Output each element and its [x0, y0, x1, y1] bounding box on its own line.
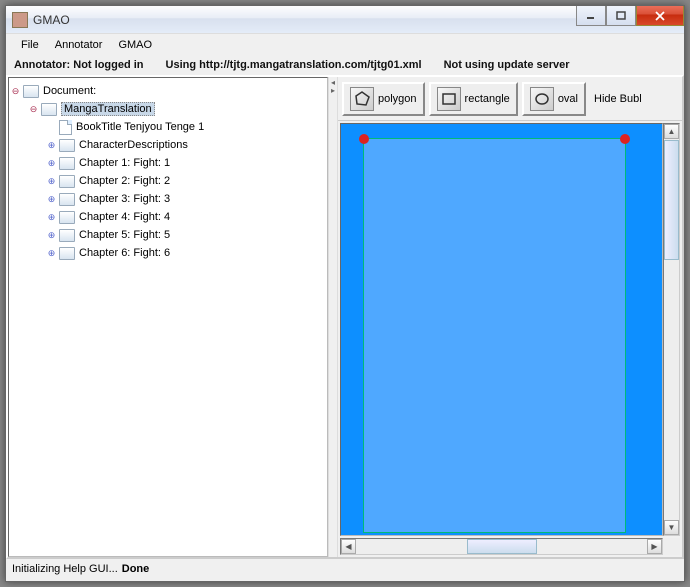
titlebar[interactable]: GMAO [6, 6, 684, 34]
tree-row[interactable]: ⊕ Chapter 5: Fight: 5 [11, 226, 325, 244]
tree-label: Chapter 3: Fight: 3 [79, 193, 170, 205]
folder-icon [59, 157, 75, 170]
scroll-right-icon[interactable]: ▶ [647, 539, 662, 554]
file-icon [59, 120, 72, 135]
scroll-left-icon[interactable]: ◀ [341, 539, 356, 554]
tree-row[interactable]: ⊕ Chapter 6: Fight: 6 [11, 244, 325, 262]
folder-icon [59, 193, 75, 206]
tree-label: MangaTranslation [61, 102, 155, 116]
login-status: Annotator: Not logged in [14, 59, 144, 71]
folder-icon [59, 139, 75, 152]
app-icon [12, 12, 28, 28]
menu-annotator[interactable]: Annotator [48, 37, 110, 53]
polygon-button[interactable]: polygon [342, 82, 425, 116]
selection-handle-ne[interactable] [620, 134, 630, 144]
expand-icon[interactable]: ⊕ [47, 159, 56, 168]
scroll-up-icon[interactable]: ▲ [664, 124, 679, 139]
tree-label: Document: [43, 85, 96, 97]
tree-label: Chapter 2: Fight: 2 [79, 175, 170, 187]
folder-icon [23, 85, 39, 98]
right-panel: polygon rectangle oval Hide Bubl [338, 77, 682, 557]
tree-row[interactable]: ⊕ Chapter 4: Fight: 4 [11, 208, 325, 226]
expand-icon[interactable]: ⊕ [47, 141, 56, 150]
splitter[interactable]: ◂ ▸ [328, 77, 338, 557]
rectangle-icon [437, 87, 461, 111]
tree-row[interactable]: ⊕ CharacterDescriptions [11, 136, 325, 154]
menu-gmao[interactable]: GMAO [111, 37, 159, 53]
hide-bubbles-button[interactable]: Hide Bubl [590, 89, 646, 109]
oval-button[interactable]: oval [522, 82, 586, 116]
footer-text: Initializing Help GUI... [12, 563, 118, 575]
folder-icon [59, 229, 75, 242]
main-split: ⊖ Document: ⊖ MangaTranslation BookTitle Ten… [6, 75, 684, 559]
collapse-icon[interactable]: ⊖ [11, 87, 20, 96]
footer-status: Initializing Help GUI... Done [6, 559, 684, 579]
tree-row[interactable]: BookTitle Tenjyou Tenge 1 [11, 118, 325, 136]
info-bar: Annotator: Not logged in Using http://tj… [6, 55, 684, 75]
expand-icon[interactable]: ⊕ [47, 249, 56, 258]
update-status: Not using update server [444, 59, 570, 71]
expand-icon[interactable]: ⊕ [47, 177, 56, 186]
tree-label: Chapter 6: Fight: 6 [79, 247, 170, 259]
folder-icon [59, 211, 75, 224]
collapse-icon[interactable]: ⊖ [29, 105, 38, 114]
canvas[interactable] [340, 123, 663, 536]
tree-panel[interactable]: ⊖ Document: ⊖ MangaTranslation BookTitle Ten… [8, 77, 328, 557]
shape-toolbar: polygon rectangle oval Hide Bubl [338, 77, 682, 121]
tree-label: Chapter 5: Fight: 5 [79, 229, 170, 241]
rectangle-button[interactable]: rectangle [429, 82, 518, 116]
rectangle-label: rectangle [465, 93, 510, 105]
hscroll-thumb[interactable] [467, 539, 537, 554]
scroll-corner [663, 538, 680, 555]
maximize-button[interactable] [606, 6, 636, 26]
hide-label: Hide Bubl [594, 93, 642, 105]
folder-icon [41, 103, 57, 116]
tree-label: Chapter 1: Fight: 1 [79, 157, 170, 169]
vscroll-thumb[interactable] [664, 140, 679, 260]
tree-label: CharacterDescriptions [79, 139, 188, 151]
menu-file[interactable]: File [14, 37, 46, 53]
vertical-scrollbar[interactable]: ▲ ▼ [663, 123, 680, 536]
tree-row[interactable]: ⊕ Chapter 1: Fight: 1 [11, 154, 325, 172]
folder-icon [59, 175, 75, 188]
expand-icon[interactable]: ⊕ [47, 231, 56, 240]
tree-label: BookTitle Tenjyou Tenge 1 [76, 121, 204, 133]
tree-row[interactable]: ⊖ Document: [11, 82, 325, 100]
menubar: File Annotator GMAO [6, 34, 684, 55]
polygon-icon [350, 87, 374, 111]
scroll-down-icon[interactable]: ▼ [664, 520, 679, 535]
tree-label: Chapter 4: Fight: 4 [79, 211, 170, 223]
expand-icon[interactable]: ⊕ [47, 213, 56, 222]
app-window: GMAO File Annotator GMAO Annotator: Not … [5, 5, 685, 582]
expand-icon[interactable]: ⊕ [47, 195, 56, 204]
selection-rect[interactable] [363, 138, 626, 533]
oval-icon [530, 87, 554, 111]
oval-label: oval [558, 93, 578, 105]
close-button[interactable] [636, 6, 684, 26]
window-title: GMAO [33, 13, 70, 27]
source-url: Using http://tjtg.mangatranslation.com/t… [166, 59, 422, 71]
footer-done: Done [122, 563, 150, 575]
splitter-right-icon[interactable]: ▸ [331, 87, 335, 95]
minimize-button[interactable] [576, 6, 606, 26]
folder-icon [59, 247, 75, 260]
tree-row[interactable]: ⊕ Chapter 3: Fight: 3 [11, 190, 325, 208]
horizontal-scrollbar[interactable]: ◀ ▶ [340, 538, 663, 555]
tree-row[interactable]: ⊕ Chapter 2: Fight: 2 [11, 172, 325, 190]
polygon-label: polygon [378, 93, 417, 105]
tree-row[interactable]: ⊖ MangaTranslation [11, 100, 325, 118]
selection-handle-nw[interactable] [359, 134, 369, 144]
